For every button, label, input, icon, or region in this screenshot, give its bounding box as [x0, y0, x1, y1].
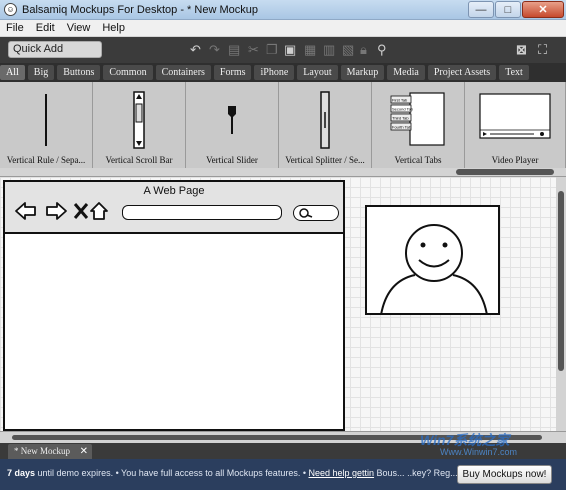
- search-icon[interactable]: ⚲: [377, 42, 387, 57]
- component-label: Video Player: [491, 155, 539, 165]
- smiley-person-icon: [380, 224, 488, 313]
- search-icon: [299, 208, 313, 218]
- cut-icon[interactable]: ✂: [248, 42, 259, 57]
- document-tab-label: * New Mockup: [14, 446, 70, 456]
- tab-project-assets[interactable]: Project Assets: [427, 65, 497, 80]
- status-message: 7 days until demo expires. • You have fu…: [7, 468, 458, 478]
- back-arrow-icon[interactable]: [15, 202, 36, 220]
- vertical-tab-label: First Tab: [392, 98, 408, 103]
- menu-view[interactable]: View: [61, 22, 97, 34]
- ungroup-alt-icon[interactable]: ▧: [342, 42, 354, 57]
- browser-search-field[interactable]: [293, 205, 339, 221]
- browser-window-mockup[interactable]: A Web Page: [3, 180, 345, 431]
- quick-add-input[interactable]: Quick Add: [8, 41, 102, 58]
- browser-nav-icons: [15, 202, 108, 220]
- tab-buttons[interactable]: Buttons: [57, 65, 101, 80]
- tab-big[interactable]: Big: [27, 65, 55, 80]
- browser-toolbar: A Web Page: [5, 182, 343, 234]
- canvas-vertical-scroll-thumb[interactable]: [558, 191, 564, 371]
- tab-containers[interactable]: Containers: [155, 65, 211, 80]
- stop-x-icon[interactable]: [73, 203, 89, 219]
- status-bar: 7 days until demo expires. • You have fu…: [0, 459, 566, 490]
- component-vertical-slider[interactable]: Vertical Slider: [186, 82, 279, 168]
- watermark-url: Www.Winwin7.com: [440, 447, 518, 457]
- paste-icon[interactable]: ▣: [284, 42, 296, 57]
- component-vertical-tabs[interactable]: First Tab Second Tab Third Tab Fourth Ta…: [372, 82, 465, 168]
- demo-days-remaining: 7 days: [7, 468, 36, 478]
- component-library: Vertical Rule / Sepa... Vertical Scroll …: [0, 82, 566, 168]
- component-strip-scroll-thumb[interactable]: [456, 169, 554, 175]
- tab-iphone[interactable]: iPhone: [254, 65, 295, 80]
- copy-icon[interactable]: ❐: [266, 42, 278, 57]
- home-icon[interactable]: [90, 202, 108, 220]
- menu-file[interactable]: File: [0, 22, 30, 34]
- maximize-button[interactable]: □: [495, 1, 521, 18]
- close-mockup-icon[interactable]: ⊠: [516, 42, 527, 57]
- document-tab-new-mockup[interactable]: * New Mockup ✕: [8, 444, 92, 459]
- menu-edit[interactable]: Edit: [30, 22, 61, 34]
- tab-common[interactable]: Common: [103, 65, 153, 80]
- duplicate-icon[interactable]: ▤: [228, 42, 240, 57]
- tab-all[interactable]: All: [0, 65, 25, 80]
- title-bar: ☺ Balsamiq Mockups For Desktop - * New M…: [0, 0, 566, 20]
- menu-help[interactable]: Help: [96, 22, 131, 34]
- ungroup-icon[interactable]: ▥: [323, 42, 335, 57]
- mockup-canvas[interactable]: A Web Page: [0, 177, 556, 431]
- component-label: Vertical Slider: [206, 155, 258, 165]
- component-label: Vertical Rule / Sepa...: [6, 155, 86, 165]
- vertical-tab-label: Fourth Tab: [392, 125, 412, 130]
- vertical-splitter-icon: [320, 91, 330, 149]
- status-trailing-text: Bous... ..key? Reg...: [374, 468, 458, 478]
- close-button[interactable]: ✕: [522, 1, 564, 18]
- video-player-icon: [479, 93, 551, 139]
- component-label: Vertical Tabs: [394, 155, 442, 165]
- browser-address-field[interactable]: [122, 205, 282, 220]
- forward-arrow-icon[interactable]: [46, 202, 67, 220]
- tab-text[interactable]: Text: [499, 65, 529, 80]
- vertical-scrollbar-icon: [133, 91, 145, 149]
- component-label: Vertical Splitter / Se...: [285, 155, 365, 165]
- redo-icon[interactable]: ↷: [209, 42, 220, 57]
- category-tabs: All Big Buttons Common Containers Forms …: [0, 63, 566, 82]
- balsamiq-app-icon: ☺: [4, 3, 17, 16]
- component-label: Vertical Scroll Bar: [105, 155, 173, 165]
- component-strip-scrollbar[interactable]: [0, 168, 566, 177]
- tab-layout[interactable]: Layout: [297, 65, 338, 80]
- undo-icon[interactable]: ↶: [190, 42, 201, 57]
- vertical-tabs-icon: First Tab Second Tab Third Tab Fourth Ta…: [390, 92, 445, 146]
- tab-forms[interactable]: Forms: [213, 65, 252, 80]
- component-video-player[interactable]: Video Player: [465, 82, 566, 168]
- group-icon[interactable]: ▦: [304, 42, 316, 57]
- vertical-slider-icon: [228, 106, 236, 134]
- canvas-vertical-scrollbar[interactable]: [556, 177, 566, 431]
- lock-icon[interactable]: 🔒︎: [360, 42, 367, 57]
- fullscreen-icon[interactable]: ⛶: [538, 42, 547, 57]
- status-text: until demo expires. • You have full acce…: [35, 468, 309, 478]
- window-controls: — □ ✕: [467, 1, 564, 18]
- component-vertical-scroll-bar[interactable]: Vertical Scroll Bar: [93, 82, 186, 168]
- close-tab-icon[interactable]: ✕: [80, 444, 88, 459]
- browser-title: A Web Page: [143, 185, 205, 197]
- buy-mockups-button[interactable]: Buy Mockups now!: [457, 465, 552, 484]
- toolbar: Quick Add ↶ ↷ ▤ ✂ ❐ ▣ ▦ ▥ ▧ 🔒︎ ⚲ ⊠ ⛶: [0, 37, 566, 63]
- component-vertical-rule[interactable]: Vertical Rule / Sepa...: [0, 82, 93, 168]
- window-title: Balsamiq Mockups For Desktop - * New Moc…: [22, 3, 258, 16]
- minimize-button[interactable]: —: [468, 1, 494, 18]
- vertical-tab-label: Third Tab: [392, 116, 409, 121]
- vertical-rule-icon: [45, 94, 47, 146]
- menu-bar: File Edit View Help: [0, 20, 566, 37]
- vertical-tab-label: Second Tab: [392, 107, 414, 112]
- tab-media[interactable]: Media: [387, 65, 425, 80]
- component-vertical-splitter[interactable]: Vertical Splitter / Se...: [279, 82, 372, 168]
- image-placeholder-mockup[interactable]: [365, 205, 500, 315]
- tab-markup[interactable]: Markup: [340, 65, 385, 80]
- help-link[interactable]: Need help gettin: [308, 468, 374, 478]
